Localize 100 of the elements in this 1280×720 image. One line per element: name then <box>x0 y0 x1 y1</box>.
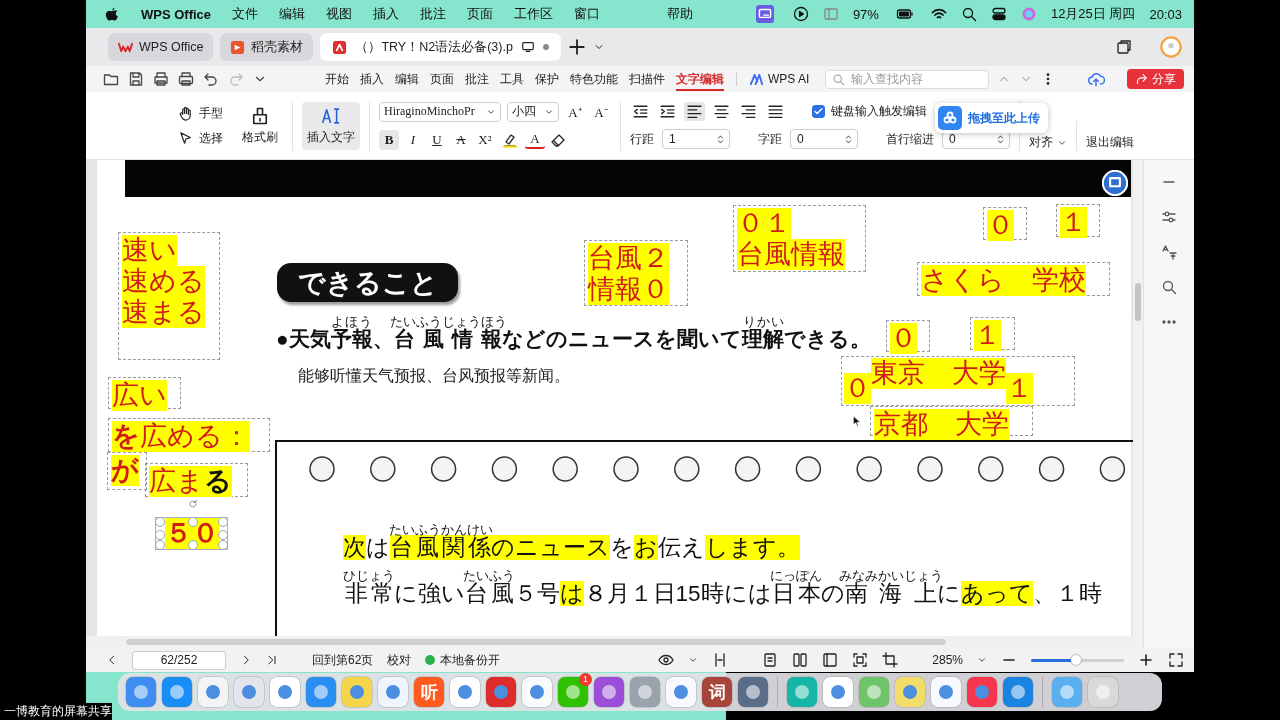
zoom-in-icon[interactable] <box>1138 652 1154 668</box>
menu-item[interactable]: 工作区 <box>514 5 554 23</box>
font-select[interactable]: HiraginoMinchoPr <box>379 101 501 122</box>
paragraph-align-icon[interactable] <box>684 102 705 121</box>
ribbon-tab[interactable]: 工具 <box>500 67 524 91</box>
resize-handle[interactable] <box>218 540 228 550</box>
text-box[interactable]: ０１ 台風情報 <box>733 205 866 272</box>
control-center-icon[interactable] <box>990 6 1007 22</box>
zoom-slider-thumb[interactable] <box>1070 654 1081 665</box>
caret-icon[interactable] <box>688 655 699 665</box>
font-size-select[interactable]: 小四 <box>507 101 559 122</box>
caret-icon[interactable] <box>977 655 987 665</box>
text-box[interactable]: ０ <box>886 320 930 352</box>
text-box[interactable]: ０ <box>983 207 1027 240</box>
convert-icon[interactable] <box>1102 170 1128 196</box>
document-tab[interactable]: WPS Office <box>108 33 214 61</box>
resize-handle[interactable] <box>187 517 198 527</box>
close-dot-icon[interactable] <box>542 44 549 50</box>
shrink-font-button[interactable]: A⁻ <box>591 101 611 122</box>
resize-handle[interactable] <box>218 517 228 527</box>
ribbon-tab[interactable]: 页面 <box>430 67 454 91</box>
app-icon[interactable] <box>234 677 264 707</box>
format-button[interactable]: B <box>379 129 399 150</box>
format-painter-button[interactable]: 格式刷 <box>237 101 283 150</box>
exit-edit-button[interactable]: 退出编辑 <box>1086 134 1134 151</box>
text-box[interactable]: ０ 東京 大学 １ <box>841 356 1075 406</box>
restore-window-icon[interactable] <box>1116 39 1132 55</box>
app-icon[interactable] <box>666 677 696 707</box>
resize-handle[interactable] <box>218 529 228 540</box>
font-color-button[interactable]: A <box>525 130 545 149</box>
app-icon[interactable] <box>270 677 300 707</box>
plus-icon[interactable] <box>567 38 586 56</box>
app-icon[interactable] <box>486 677 516 707</box>
ribbon-tab[interactable]: 编辑 <box>395 67 419 91</box>
ribbon-tab[interactable]: 特色功能 <box>570 67 618 91</box>
app-icon[interactable] <box>895 677 925 707</box>
printer-icon[interactable] <box>178 71 194 87</box>
document-tab[interactable]: 稻壳素材 <box>220 33 314 61</box>
app-icon[interactable] <box>198 677 228 707</box>
insert-text-button[interactable]: 插入文字 <box>302 101 360 150</box>
text-box[interactable]: 速い 速める 速まる <box>118 232 220 360</box>
app-icon[interactable] <box>342 677 372 707</box>
app-icon[interactable] <box>594 677 624 707</box>
text-box[interactable]: １ <box>970 317 1015 350</box>
menu-item[interactable]: 文件 <box>232 5 259 23</box>
panel-icon[interactable] <box>822 6 839 22</box>
ribbon-tab[interactable]: 扫描件 <box>629 67 665 91</box>
fullscreen-icon[interactable] <box>1168 652 1184 668</box>
sliders-icon[interactable] <box>1161 209 1177 225</box>
checkbox[interactable] <box>812 105 825 118</box>
last-page-icon[interactable] <box>266 654 278 666</box>
wps-ai-button[interactable]: WPS AI <box>768 72 810 86</box>
menu-item[interactable]: 批注 <box>420 5 447 23</box>
spacing-field[interactable]: 1 <box>662 129 730 149</box>
format-button[interactable]: U <box>427 129 447 150</box>
cloud-upload-icon[interactable] <box>1087 70 1105 88</box>
resize-handle[interactable] <box>155 529 165 540</box>
menu-item[interactable]: 页面 <box>467 5 494 23</box>
app-icon[interactable] <box>162 677 192 707</box>
text-box[interactable]: １ <box>1056 204 1100 237</box>
menu-item[interactable]: 视图 <box>326 5 353 23</box>
paragraph-align-icon[interactable] <box>765 102 786 121</box>
spacing-field[interactable]: 0 <box>790 129 858 149</box>
translate-icon[interactable] <box>1161 244 1177 260</box>
app-icon[interactable]: 词 <box>702 677 732 707</box>
text-box[interactable]: を広める： <box>108 418 270 452</box>
text-box[interactable]: さくら 学校 <box>917 262 1110 296</box>
play-circle-icon[interactable] <box>792 6 809 22</box>
paragraph-align-icon[interactable] <box>711 102 732 121</box>
align-button[interactable]: 对齐 <box>1029 134 1053 151</box>
two-page-icon[interactable] <box>792 652 809 668</box>
rotate-handle-icon[interactable] <box>186 498 199 510</box>
text-box[interactable]: 広まる <box>145 463 248 497</box>
app-icon[interactable] <box>378 677 408 707</box>
single-page-icon[interactable] <box>762 652 779 668</box>
folder-icon[interactable] <box>103 71 119 87</box>
page-number-field[interactable]: 62/252 <box>132 650 226 670</box>
undo-icon[interactable] <box>203 71 219 87</box>
text-box[interactable]: 台風２ 情報０ <box>584 240 688 306</box>
app-icon[interactable] <box>306 677 336 707</box>
paragraph-align-icon[interactable] <box>738 102 759 121</box>
resize-handle[interactable] <box>155 540 165 550</box>
hand-tool-button[interactable]: 手型 <box>178 104 223 122</box>
app-icon[interactable] <box>931 677 961 707</box>
search-icon[interactable] <box>1161 279 1177 295</box>
app-name-menu[interactable]: WPS Office <box>141 6 212 22</box>
scrollbar[interactable] <box>126 639 946 645</box>
menu-item[interactable]: 帮助 <box>666 5 693 23</box>
ribbon-tab[interactable]: 开始 <box>325 67 349 91</box>
eye-icon[interactable] <box>658 652 675 668</box>
app-icon[interactable] <box>126 677 156 707</box>
search-icon[interactable] <box>960 6 977 22</box>
app-icon[interactable] <box>522 677 552 707</box>
proofread-button[interactable]: 校对 <box>387 651 412 669</box>
app-icon[interactable] <box>450 677 480 707</box>
resize-handle[interactable] <box>187 540 198 550</box>
ribbon-tab[interactable]: 插入 <box>360 67 384 91</box>
app-icon[interactable] <box>967 677 997 707</box>
grow-font-button[interactable]: A⁺ <box>565 101 585 122</box>
app-icon[interactable] <box>1003 677 1033 707</box>
